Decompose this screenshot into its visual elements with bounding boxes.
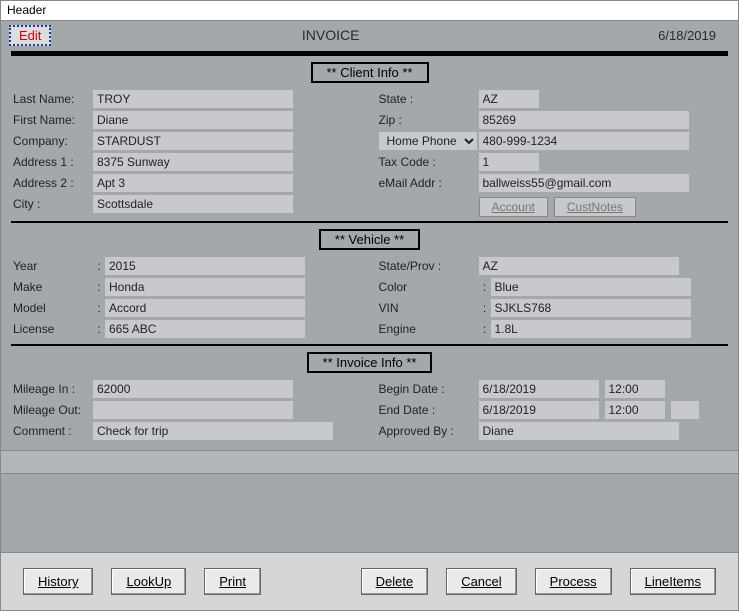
vehicle-section-title: ** Vehicle ** [319, 229, 420, 250]
edit-button[interactable]: Edit [9, 25, 51, 46]
zip-field[interactable] [479, 111, 689, 129]
client-section-head: ** Client Info ** [11, 62, 728, 83]
label-comment: Comment : [13, 424, 93, 438]
comment-field[interactable] [93, 422, 333, 440]
label-engine: Engine [379, 322, 479, 336]
process-button[interactable]: Process [535, 568, 612, 595]
label-email: eMail Addr : [379, 176, 479, 190]
divider [11, 221, 728, 223]
label-firstname: First Name: [13, 113, 93, 127]
addr1-field[interactable] [93, 153, 293, 171]
label-year: Year [13, 259, 93, 273]
window-titlebar: Header [1, 1, 738, 21]
lineitems-button[interactable]: LineItems [630, 568, 716, 595]
vin-field[interactable] [491, 299, 691, 317]
mileagein-field[interactable] [93, 380, 293, 398]
label-vin: VIN [379, 301, 479, 315]
firstname-field[interactable] [93, 111, 293, 129]
begindate-field[interactable] [479, 380, 599, 398]
label-mileagein: Mileage In : [13, 382, 93, 396]
label-company: Company: [13, 134, 93, 148]
footer-toolbar: History LookUp Print Delete Cancel Proce… [1, 552, 738, 610]
vehicle-form: Year: Make: Model: License: State/Prov :… [1, 256, 738, 340]
label-begindate: Begin Date : [379, 382, 479, 396]
client-form: Last Name: First Name: Company: Address … [1, 89, 738, 217]
email-field[interactable] [479, 174, 689, 192]
account-button[interactable]: Account [479, 197, 548, 217]
enddate-field[interactable] [479, 401, 599, 419]
invoice-form: Mileage In : Mileage Out: Comment : Begi… [1, 379, 738, 442]
stateprov-field[interactable] [479, 257, 679, 275]
client-section-title: ** Client Info ** [311, 62, 429, 83]
phone-field[interactable] [479, 132, 689, 150]
divider [11, 51, 728, 56]
city-field[interactable] [93, 195, 293, 213]
cancel-button[interactable]: Cancel [446, 568, 516, 595]
label-license: License [13, 322, 93, 336]
label-color: Color [379, 280, 479, 294]
license-field[interactable] [105, 320, 305, 338]
window-title: Header [7, 3, 46, 17]
header-date: 6/18/2019 [610, 28, 730, 43]
label-addr2: Address 2 : [13, 176, 93, 190]
lookup-button[interactable]: LookUp [111, 568, 186, 595]
label-taxcode: Tax Code : [379, 155, 479, 169]
invoice-window: Header Edit INVOICE 6/18/2019 ** Client … [0, 0, 739, 611]
label-zip: Zip : [379, 113, 479, 127]
state-field[interactable] [479, 90, 539, 108]
page-title: INVOICE [51, 27, 610, 43]
company-field[interactable] [93, 132, 293, 150]
invoice-section-title: ** Invoice Info ** [307, 352, 433, 373]
label-addr1: Address 1 : [13, 155, 93, 169]
mileageout-field[interactable] [93, 401, 293, 419]
label-approvedby: Approved By : [379, 424, 479, 438]
midspacer [1, 450, 738, 474]
end-extra-field[interactable] [671, 401, 699, 419]
label-mileageout: Mileage Out: [13, 403, 93, 417]
label-model: Model [13, 301, 93, 315]
history-button[interactable]: History [23, 568, 93, 595]
label-enddate: End Date : [379, 403, 479, 417]
engine-field[interactable] [491, 320, 691, 338]
begintime-field[interactable] [605, 380, 665, 398]
vehicle-section-head: ** Vehicle ** [11, 229, 728, 250]
label-lastname: Last Name: [13, 92, 93, 106]
addr2-field[interactable] [93, 174, 293, 192]
endtime-field[interactable] [605, 401, 665, 419]
taxcode-field[interactable] [479, 153, 539, 171]
print-button[interactable]: Print [204, 568, 261, 595]
model-field[interactable] [105, 299, 305, 317]
invoice-section-head: ** Invoice Info ** [11, 352, 728, 373]
label-stateprov: State/Prov : [379, 259, 479, 273]
make-field[interactable] [105, 278, 305, 296]
approvedby-field[interactable] [479, 422, 679, 440]
label-make: Make [13, 280, 93, 294]
lastname-field[interactable] [93, 90, 293, 108]
label-state: State : [379, 92, 479, 106]
label-city: City : [13, 197, 93, 211]
divider [11, 344, 728, 346]
custnotes-button[interactable]: CustNotes [554, 197, 636, 217]
phone-type-select[interactable]: Home Phone [379, 132, 477, 150]
delete-button[interactable]: Delete [361, 568, 429, 595]
header-row: Edit INVOICE 6/18/2019 [1, 21, 738, 47]
year-field[interactable] [105, 257, 305, 275]
color-field[interactable] [491, 278, 691, 296]
